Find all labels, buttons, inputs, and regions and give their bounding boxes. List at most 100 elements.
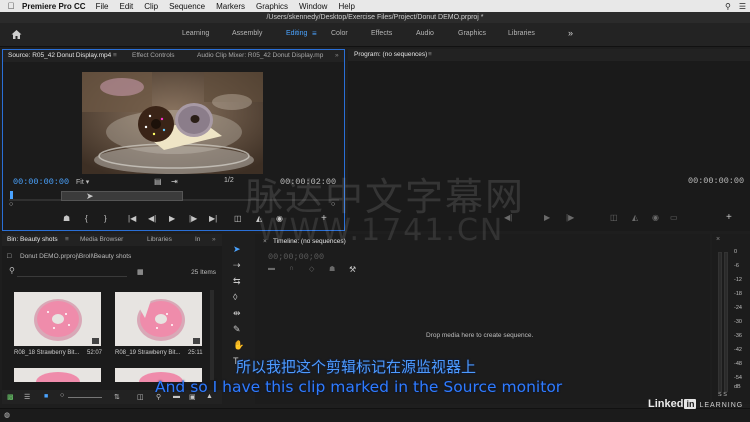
automate-to-sequence-icon[interactable]: ◫ [137, 393, 144, 401]
workspace-audio[interactable]: Audio [416, 30, 434, 37]
meter-label: -6 [734, 263, 739, 269]
in-out-range[interactable] [61, 191, 183, 201]
add-marker-icon[interactable]: ☗ [329, 265, 335, 273]
slip-tool-icon[interactable]: ⇹ [233, 308, 241, 319]
workspace-libraries[interactable]: Libraries [508, 30, 535, 37]
linkedin-learning-logo: Linked in LEARNING [648, 398, 743, 410]
menu-clip[interactable]: Clip [144, 2, 158, 11]
go-to-out-icon[interactable]: ▶| [209, 214, 217, 223]
tab-program[interactable]: Program: (no sequences) [354, 49, 427, 61]
pen-tool-icon[interactable]: ✎ [233, 324, 241, 335]
list-icon[interactable]: ☰ [739, 2, 746, 11]
more-panels-icon[interactable]: » [212, 234, 216, 246]
chevron-down-icon: ▾ [85, 179, 90, 186]
insert-arrows-icon[interactable]: ⇥ [171, 177, 178, 186]
sort-icons-icon[interactable]: ⇅ [114, 393, 120, 401]
more-panels-icon[interactable]: » [335, 50, 339, 62]
workspace-editing[interactable]: Editing [286, 30, 307, 37]
linked-selection-icon[interactable]: ◇ [309, 265, 314, 273]
search-icon[interactable]: ⚲ [725, 2, 731, 11]
thumbnail-zoom-slider[interactable] [68, 397, 102, 398]
icon-view-icon[interactable]: ■ [44, 393, 48, 400]
menu-help[interactable]: Help [338, 2, 354, 11]
search-underline [17, 276, 127, 277]
program-add-button-icon[interactable]: + [726, 212, 732, 223]
tab-source[interactable]: Source: R05_42 Donut Display.mp4 [8, 50, 111, 62]
tab-info[interactable]: In [195, 234, 200, 246]
resolution-select[interactable]: 1/2 [224, 177, 234, 184]
brand-learning: LEARNING [699, 402, 744, 409]
razor-tool-icon[interactable]: ◊ [233, 292, 237, 302]
tab-effect-controls[interactable]: Effect Controls [132, 50, 175, 62]
mark-out-icon[interactable]: } [104, 214, 107, 223]
snap-icon[interactable]: ∩ [289, 265, 294, 272]
settings-wrench-icon[interactable]: ▤ [154, 177, 162, 186]
zoom-slider-knob-icon[interactable]: ○ [60, 392, 64, 399]
app-menu[interactable]: Premiere Pro CC [22, 2, 86, 11]
menu-edit[interactable]: Edit [119, 2, 133, 11]
tab-bin-beauty-shots[interactable]: Bin: Beauty shots [7, 234, 58, 246]
workspace-menu-icon[interactable]: ≡ [312, 29, 317, 38]
menu-bar:  Premiere Pro CC File Edit Clip Sequenc… [0, 0, 750, 12]
program-export-frame-icon[interactable]: ◉ [652, 213, 659, 222]
workspace-graphics[interactable]: Graphics [458, 30, 486, 37]
comparison-view-icon[interactable]: ▭ [670, 213, 678, 222]
zoom-handle-left-icon[interactable]: ○ [9, 201, 13, 208]
fit-zoom-select[interactable]: Fit ▾ [76, 178, 118, 186]
meter-unit: dB [734, 384, 741, 390]
tab-libraries[interactable]: Libraries [147, 234, 172, 246]
tab-media-browser[interactable]: Media Browser [80, 234, 123, 246]
track-select-tool-icon[interactable]: ⇢ [233, 260, 241, 271]
play-icon[interactable]: ▶ [169, 214, 175, 223]
clip-thumbnail[interactable] [14, 368, 101, 382]
lift-icon[interactable]: ◫ [610, 213, 618, 222]
workspace-learning[interactable]: Learning [182, 30, 209, 37]
ripple-edit-tool-icon[interactable]: ⇆ [233, 276, 241, 287]
panel-menu-icon[interactable]: ≡ [65, 234, 69, 246]
extract-icon[interactable]: ◭ [632, 213, 638, 222]
mouse-cursor-icon: ➤ [86, 191, 94, 201]
mark-in-icon[interactable]: { [85, 214, 88, 223]
clip-thumbnail[interactable] [14, 292, 101, 346]
source-playhead[interactable] [10, 191, 13, 199]
project-tab-row: Bin: Beauty shots ≡ Media Browser Librar… [2, 234, 222, 246]
menu-file[interactable]: File [96, 2, 109, 11]
menu-markers[interactable]: Markers [216, 2, 245, 11]
step-back-icon[interactable]: ◀| [148, 214, 156, 223]
tab-audio-clip-mixer[interactable]: Audio Clip Mixer: R05_42 Donut Display.m… [197, 50, 323, 62]
close-icon[interactable]: × [716, 236, 720, 243]
hand-tool-icon[interactable]: ✋ [233, 340, 244, 351]
insert-icon[interactable]: ◫ [234, 214, 242, 223]
lock-icon[interactable]: ▩ [7, 393, 14, 401]
menu-graphics[interactable]: Graphics [256, 2, 288, 11]
items-count: 25 Items [191, 269, 216, 276]
bin-search-field[interactable]: ⚲ [7, 266, 127, 277]
home-icon[interactable] [10, 28, 24, 42]
menu-sequence[interactable]: Sequence [169, 2, 205, 11]
insert-overwrite-icon[interactable]: ▬ [268, 265, 275, 272]
selection-tool-icon[interactable]: ➤ [233, 244, 241, 255]
program-step-forward-icon[interactable]: |▶ [566, 213, 574, 222]
source-video-frame[interactable] [82, 72, 263, 174]
workspace-assembly[interactable]: Assembly [232, 30, 262, 37]
more-workspaces-icon[interactable]: » [568, 28, 573, 38]
timeline-settings-wrench-icon[interactable]: ⚒ [349, 265, 356, 274]
workspace-effects[interactable]: Effects [371, 30, 392, 37]
new-search-bin-icon[interactable]: ▦ [137, 268, 144, 276]
clip-thumbnail[interactable] [115, 292, 202, 346]
meter-channel-right [724, 252, 728, 392]
apple-icon[interactable]:  [0, 1, 22, 11]
program-play-icon[interactable]: ▶ [544, 213, 550, 222]
window-title: /Users/skennedy/Desktop/Exercise Files/P… [0, 12, 750, 23]
panel-menu-icon[interactable]: ≡ [113, 50, 117, 62]
meter-label: -30 [734, 319, 742, 325]
workspace-color[interactable]: Color [331, 30, 348, 37]
bin-scrollbar[interactable] [210, 290, 214, 380]
step-forward-icon[interactable]: |▶ [189, 214, 197, 223]
list-view-icon[interactable]: ☰ [24, 393, 30, 401]
panel-menu-icon[interactable]: ≡ [428, 49, 432, 61]
add-marker-icon[interactable]: ☗ [63, 214, 70, 223]
go-to-in-icon[interactable]: |◀ [128, 214, 136, 223]
menu-window[interactable]: Window [299, 2, 327, 11]
source-playhead-timecode[interactable]: 00:00:00:00 [13, 177, 69, 187]
